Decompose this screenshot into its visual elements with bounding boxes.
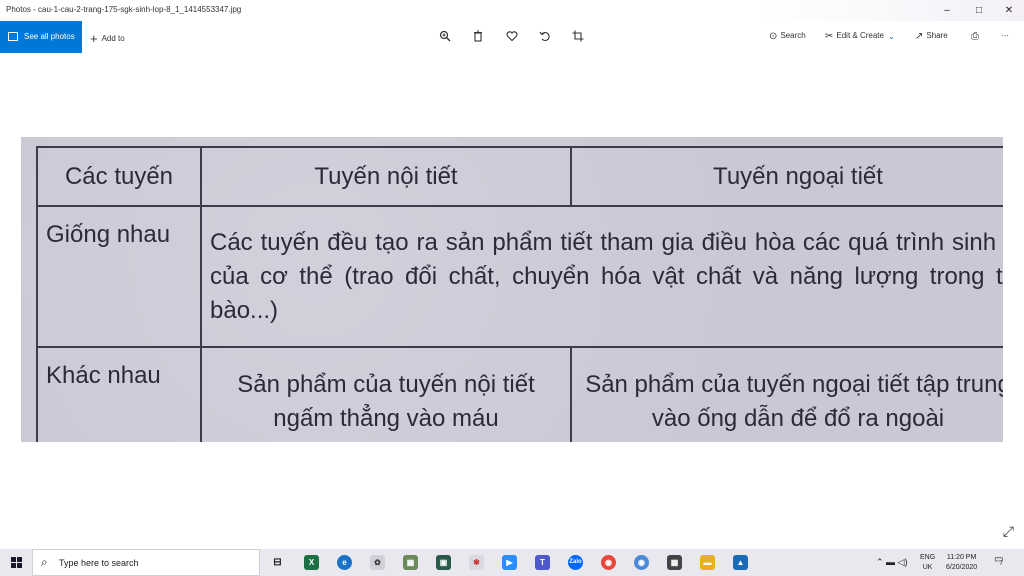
share-button[interactable]: ↗ Share (915, 31, 948, 42)
edit-create-button[interactable]: ✂ Edit & Create ⌄ (825, 31, 898, 42)
zoom-app-icon[interactable]: ▶ (502, 555, 517, 570)
more-button[interactable]: ··· (1001, 31, 1009, 40)
time-label: 11:20 PM (946, 554, 977, 561)
edit-create-icon: ✂ (825, 31, 834, 42)
title-bar: Photos - cau-1-cau-2-trang-175-sgk-sinh-… (0, 0, 1024, 21)
photos-taskbar-icon[interactable]: ▲ (733, 555, 748, 570)
plus-icon: + (90, 31, 98, 46)
table-cell: Sản phẩm của tuyến ngoại tiết tập trung … (570, 346, 1003, 442)
clock[interactable]: 11:20 PM 6/20/2020 (946, 553, 977, 573)
app-icon[interactable]: ✱ (469, 555, 484, 570)
add-to-button[interactable]: + Add to (90, 31, 125, 46)
chevron-down-icon: ⌄ (887, 32, 895, 41)
share-icon: ↗ (915, 31, 924, 42)
language-indicator[interactable]: ENG UK (920, 553, 935, 573)
table-row: Khác nhau Sản phẩm của tuyến nội tiết ng… (36, 346, 1003, 442)
table-header-cell: Tuyến ngoại tiết (570, 146, 1003, 207)
table-row: Giống nhau Các tuyến đều tạo ra sản phẩm… (36, 205, 1003, 348)
comparison-table: Các tuyến Tuyến nội tiết Tuyến ngoại tiế… (36, 146, 1003, 442)
see-all-photos-button[interactable]: See all photos (0, 21, 82, 53)
notification-icon[interactable]: ▭7 (994, 555, 1007, 568)
minimize-button[interactable]: – (932, 0, 962, 21)
photos-app-icon[interactable]: ▦ (403, 555, 418, 570)
row-label: Khác nhau (36, 346, 202, 442)
windows-icon (11, 557, 22, 568)
window-title: Photos - cau-1-cau-2-trang-175-sgk-sinh-… (6, 5, 242, 14)
add-to-label: Add to (101, 34, 125, 43)
rotate-icon[interactable] (538, 30, 552, 44)
store-icon[interactable]: ▣ (436, 555, 451, 570)
table-cell: Các tuyến đều tạo ra sản phẩm tiết tham … (200, 205, 1003, 348)
chrome-alt-icon[interactable]: ◉ (634, 555, 649, 570)
task-view-icon[interactable]: ⊟ (270, 555, 285, 570)
table-cell: Sản phẩm của tuyến nội tiết ngấm thẳng v… (200, 346, 572, 442)
search-icon: ⊙ (769, 31, 778, 42)
region-label: UK (922, 564, 933, 571)
taskbar-search-box[interactable]: ⌕ Type here to search (32, 549, 260, 576)
photos-icon (8, 32, 18, 41)
excel-icon[interactable]: X (304, 555, 319, 570)
search-label: Search (780, 31, 806, 40)
file-explorer-icon[interactable]: ▬ (700, 555, 715, 570)
search-icon: ⌕ (41, 555, 48, 569)
print-icon: ⎙ (971, 31, 979, 42)
delete-icon[interactable] (471, 30, 485, 44)
table-header-cell: Tuyến nội tiết (200, 146, 572, 207)
start-button[interactable] (0, 549, 32, 576)
print-button[interactable]: ⎙ (971, 31, 982, 42)
chrome-icon[interactable]: ◉ (601, 555, 616, 570)
notification-count: 7 (999, 561, 1003, 567)
command-bar: See all photos + Add to ⊙ Search ✂ Edit & C… (0, 21, 1024, 53)
see-all-photos-label: See all photos (24, 32, 75, 41)
language-label: ENG (920, 554, 936, 561)
zoom-icon[interactable] (438, 30, 452, 44)
search-placeholder: Type here to search (59, 558, 139, 568)
row-label: Giống nhau (36, 205, 202, 348)
share-label: Share (926, 31, 948, 40)
teams-icon[interactable]: T (535, 555, 550, 570)
close-button[interactable]: ✕ (994, 0, 1024, 21)
photo-image: Các tuyến Tuyến nội tiết Tuyến ngoại tiế… (21, 137, 1003, 442)
zalo-icon[interactable]: Zalo (568, 555, 583, 570)
tray-icons[interactable]: ⌃ ▬ ◁) (876, 557, 907, 567)
expand-icon[interactable]: ⤢ (1003, 523, 1014, 540)
calculator-icon[interactable]: ▦ (667, 555, 682, 570)
edit-create-label: Edit & Create (836, 31, 884, 40)
taskbar: ⌕ Type here to search ⊟ X e ✿ ▦ ▣ ✱ ▶ T … (0, 549, 1024, 576)
search-button[interactable]: ⊙ Search (769, 31, 806, 42)
maximize-button[interactable]: □ (964, 0, 994, 21)
app-icon[interactable]: ✿ (370, 555, 385, 570)
table-header-row: Các tuyến Tuyến nội tiết Tuyến ngoại tiế… (36, 146, 1003, 207)
table-header-cell: Các tuyến (36, 146, 202, 207)
crop-icon[interactable] (571, 30, 585, 44)
heart-icon[interactable] (505, 30, 519, 44)
edge-icon[interactable]: e (337, 555, 352, 570)
date-label: 6/20/2020 (946, 564, 978, 571)
